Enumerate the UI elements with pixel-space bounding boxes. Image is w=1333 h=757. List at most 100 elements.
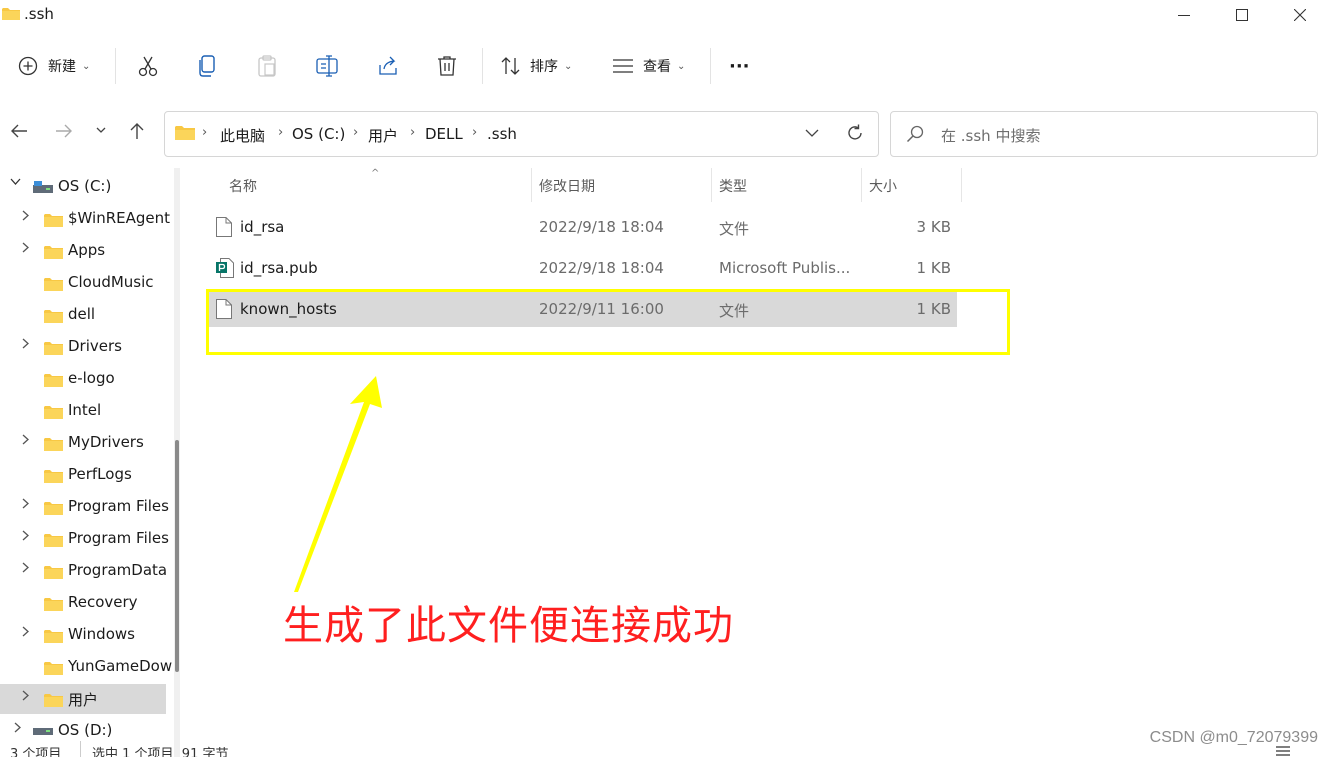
nav-folder-item[interactable]: $WinREAgent [0,204,170,234]
column-header-size[interactable]: 大小 [869,176,897,196]
file-row[interactable]: id_rsa 2022/9/18 18:04 文件 3 KB [208,210,957,245]
status-item-count: 3 个项目 [10,747,62,757]
nav-folder-item[interactable]: Apps [0,236,166,266]
chevron-right-icon[interactable] [22,690,30,701]
arrow-left-icon [10,123,28,139]
minimize-button[interactable] [1155,0,1213,30]
nav-folder-item[interactable]: Intel [0,396,166,426]
close-button[interactable] [1271,0,1329,30]
share-button[interactable] [377,50,399,82]
sort-icon [500,56,522,76]
breadcrumb-this-pc[interactable]: 此电脑 [220,125,265,146]
column-header-type[interactable]: 类型 [719,176,747,196]
address-history-button[interactable] [805,129,819,138]
nav-folder-item[interactable]: YunGameDow [0,652,172,682]
refresh-icon [846,124,864,142]
breadcrumb-ssh[interactable]: .ssh [487,125,517,143]
maximize-button[interactable] [1213,0,1271,30]
nav-label: e-logo [68,369,115,387]
nav-folder-item[interactable]: ProgramData [0,556,168,586]
breadcrumb-dell[interactable]: DELL [425,125,463,143]
folder-icon [44,565,63,579]
breadcrumb-users[interactable]: 用户 [368,125,398,146]
paste-button[interactable] [257,50,277,82]
file-size: 1 KB [916,259,951,277]
file-size: 3 KB [916,218,951,236]
annotation-arrow-icon [280,370,400,600]
nav-folder-item[interactable]: CloudMusic [0,268,166,298]
chevron-down-icon [96,126,106,134]
up-button[interactable] [129,122,145,140]
nav-folder-item[interactable]: Recovery [0,588,166,618]
forward-button[interactable] [55,123,73,139]
nav-folder-item[interactable]: e-logo [0,364,166,394]
title-bar: .ssh [0,0,1333,30]
folder-icon [44,469,63,483]
sort-button[interactable]: 排序 ⌄ [500,50,572,82]
nav-drive-c[interactable]: OS (C:) [0,172,166,202]
new-label: 新建 [48,59,76,75]
sort-ascending-icon: ^ [371,168,380,179]
delete-button[interactable] [437,50,457,82]
column-header-modified[interactable]: 修改日期 [539,176,595,196]
new-button[interactable]: 新建 ⌄ [18,50,90,82]
nav-label: Intel [68,401,102,419]
nav-folder-item[interactable]: dell [0,300,166,330]
nav-folder-item[interactable]: Program Files [0,492,169,522]
nav-folder-item[interactable]: Windows [0,620,166,650]
chevron-right-icon[interactable] [22,338,30,349]
recent-locations-button[interactable] [96,126,106,134]
chevron-right-icon[interactable] [22,242,30,253]
search-box[interactable]: 在 .ssh 中搜索 [890,111,1318,157]
arrow-up-icon [129,122,145,140]
chevron-down-icon: ⌄ [564,60,573,72]
nav-label: Apps [68,241,106,259]
chevron-right-icon[interactable] [22,626,30,637]
chevron-right-icon: › [410,125,416,140]
chevron-right-icon[interactable] [22,210,30,221]
copy-button[interactable] [198,50,218,82]
nav-label: 用户 [68,691,99,709]
close-icon [1294,9,1306,21]
column-header-name[interactable]: 名称 [229,176,257,196]
file-row[interactable]: id_rsa.pub 2022/9/18 18:04 Microsoft Pub… [208,251,957,286]
chevron-right-icon: › [278,125,284,140]
folder-icon [44,693,63,707]
nav-folder-item[interactable]: 用户 [0,684,166,714]
chevron-right-icon [14,722,22,733]
back-button[interactable] [10,123,28,139]
nav-label: Recovery [68,593,138,611]
file-type: 文件 [719,220,750,238]
divider [710,48,711,84]
folder-icon [44,245,63,259]
folder-icon [44,437,63,451]
nav-folder-item[interactable]: Program Files [0,524,169,554]
nav-scrollbar-thumb[interactable] [175,440,179,672]
more-button[interactable]: ··· [729,50,750,82]
nav-folder-item[interactable]: PerfLogs [0,460,166,490]
rename-button[interactable] [316,50,340,82]
publisher-file-icon [216,258,234,278]
minimize-icon [1178,14,1190,16]
column-divider[interactable] [861,168,862,202]
cut-button[interactable] [137,50,159,82]
view-button[interactable]: 查看 ⌄ [612,50,685,82]
folder-icon [44,213,63,227]
nav-label: ProgramData [68,561,168,579]
chevron-right-icon[interactable] [22,530,30,541]
chevron-down-icon: ⌄ [677,60,686,72]
column-divider[interactable] [711,168,712,202]
breadcrumb-drive-c[interactable]: OS (C:) [292,125,345,143]
chevron-right-icon[interactable] [22,562,30,573]
column-divider[interactable] [961,168,962,202]
nav-folder-item[interactable]: MyDrivers [0,428,166,458]
arrow-right-icon [55,123,73,139]
nav-folder-item[interactable]: Drivers [0,332,166,362]
column-divider[interactable] [531,168,532,202]
folder-icon [44,597,63,611]
chevron-right-icon[interactable] [22,498,30,509]
refresh-button[interactable] [846,124,864,142]
address-bar[interactable]: › 此电脑 › OS (C:) › 用户 › DELL › .ssh [164,111,879,157]
chevron-right-icon[interactable] [22,434,30,445]
chevron-right-icon: › [472,125,478,140]
